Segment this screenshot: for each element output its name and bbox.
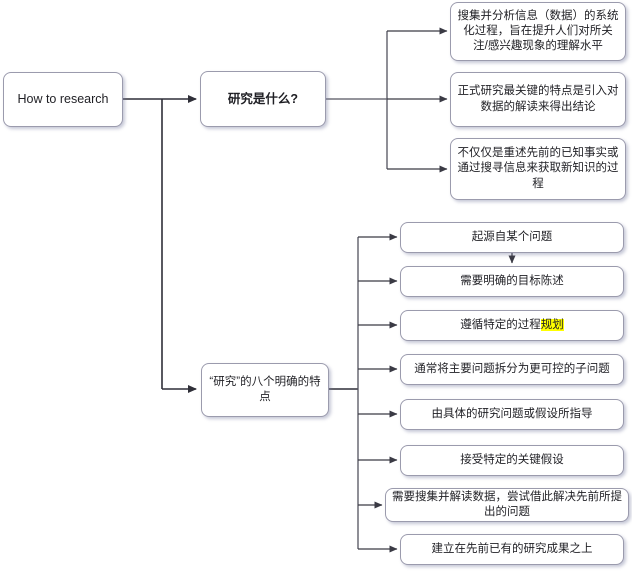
node-feature-7[interactable]: 需要搜集并解读数据，尝试借此解决先前所提出的问题: [385, 488, 629, 522]
node-definition-1-label: 搜集并分析信息（数据）的系统化过程，旨在提升人们对所关注/感兴趣现象的理解水平: [457, 9, 619, 53]
node-root-label: How to research: [17, 92, 109, 107]
node-eight-features-root[interactable]: “研究”的八个明确的特点: [201, 363, 329, 417]
node-feature-6-label: 接受特定的关键假设: [460, 453, 564, 466]
node-feature-4-label: 通常将主要问题拆分为更可控的子问题: [414, 362, 610, 375]
node-definition-3[interactable]: 不仅仅是重述先前的已知事实或通过搜寻信息来获取新知识的过程: [450, 138, 626, 200]
node-feature-8-label: 建立在先前已有的研究成果之上: [431, 542, 593, 555]
edge-root-trunk: [123, 98, 163, 389]
node-feature-1[interactable]: 起源自某个问题: [400, 222, 624, 253]
node-feature-7-label: 需要搜集并解读数据，尝试借此解决先前所提出的问题: [392, 490, 622, 518]
node-root[interactable]: How to research: [3, 72, 123, 127]
flowchart-canvas: How to research 研究是什么? 搜集并分析信息（数据）的系统化过程…: [0, 0, 632, 577]
node-feature-2[interactable]: 需要明确的目标陈述: [400, 266, 624, 297]
node-feature-5[interactable]: 由具体的研究问题或假设所指导: [400, 399, 624, 430]
node-feature-8[interactable]: 建立在先前已有的研究成果之上: [400, 534, 624, 565]
node-what-is-research-label: 研究是什么?: [227, 91, 299, 106]
node-definition-1[interactable]: 搜集并分析信息（数据）的系统化过程，旨在提升人们对所关注/感兴趣现象的理解水平: [450, 2, 626, 61]
node-feature-5-label: 由具体的研究问题或假设所指导: [431, 407, 593, 420]
edge-question-trunk: [326, 31, 388, 169]
highlighted-text: 规划: [540, 318, 564, 331]
node-feature-4[interactable]: 通常将主要问题拆分为更可控的子问题: [400, 354, 624, 385]
node-definition-2-label: 正式研究最关键的特点是引入对数据的解读来得出结论: [457, 85, 619, 113]
node-eight-features-root-label: “研究”的八个明确的特点: [209, 375, 321, 403]
node-feature-6[interactable]: 接受特定的关键假设: [400, 445, 624, 476]
node-definition-2[interactable]: 正式研究最关键的特点是引入对数据的解读来得出结论: [450, 72, 626, 127]
edge-features-trunk: [329, 237, 359, 549]
node-feature-3[interactable]: 遵循特定的过程规划: [400, 310, 624, 341]
node-feature-3-label: 遵循特定的过程规划: [460, 318, 564, 331]
node-feature-1-label: 起源自某个问题: [471, 230, 553, 243]
node-what-is-research[interactable]: 研究是什么?: [200, 71, 326, 127]
node-feature-2-label: 需要明确的目标陈述: [460, 274, 564, 287]
node-definition-3-label: 不仅仅是重述先前的已知事实或通过搜寻信息来获取新知识的过程: [457, 147, 619, 190]
